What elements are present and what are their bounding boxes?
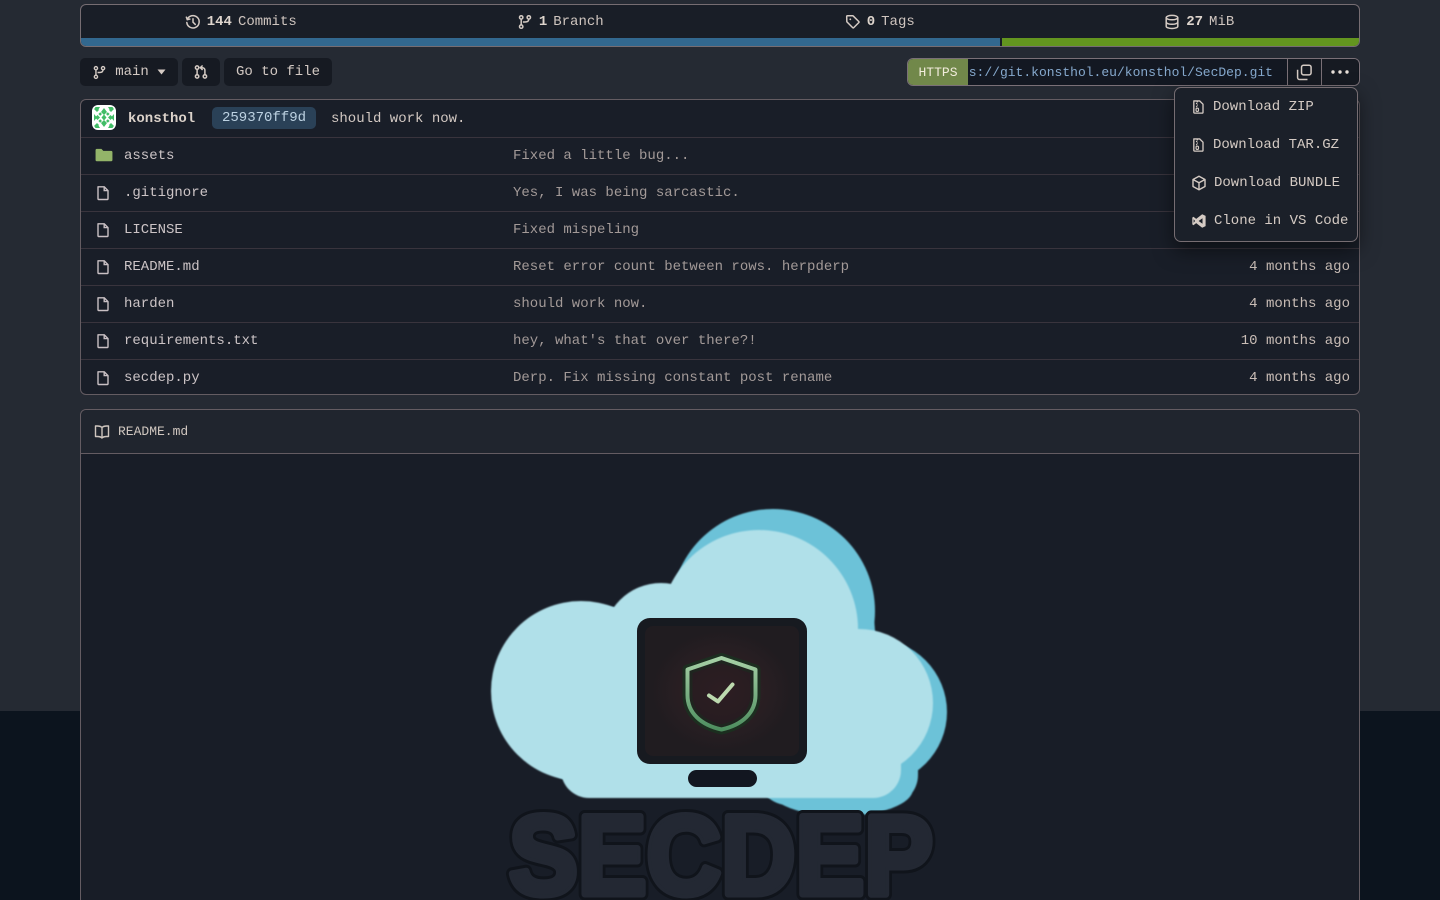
svg-text:SECDEP: SECDEP	[509, 793, 933, 900]
